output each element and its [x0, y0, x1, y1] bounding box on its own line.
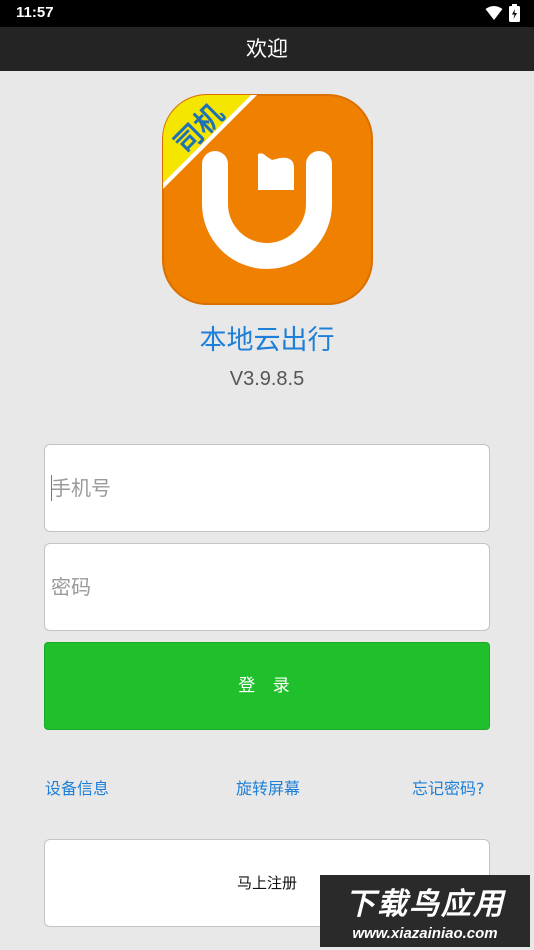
- status-time: 11:57: [16, 4, 54, 21]
- password-input[interactable]: [51, 544, 481, 630]
- phone-input[interactable]: [51, 445, 481, 531]
- app-logo: 司机: [162, 94, 373, 305]
- forgot-password-link[interactable]: 忘记密码?: [412, 775, 485, 799]
- text-cursor: [51, 475, 52, 501]
- login-button[interactable]: 登 录: [44, 642, 490, 730]
- device-info-link[interactable]: 设备信息: [45, 775, 109, 799]
- status-bar: 11:57: [0, 0, 534, 27]
- battery-icon: [509, 4, 520, 22]
- password-field[interactable]: [44, 543, 490, 631]
- status-icons: [485, 4, 520, 22]
- phone-field[interactable]: [44, 444, 490, 532]
- watermark-title: 下载鸟应用: [345, 887, 505, 922]
- app-version: V3.9.8.5: [229, 368, 305, 390]
- wifi-icon: [485, 6, 503, 20]
- app-name: 本地云出行: [199, 325, 335, 356]
- rotate-screen-link[interactable]: 旋转屏幕: [236, 775, 300, 799]
- page-title: 欢迎: [0, 27, 534, 71]
- watermark-url: www.xiazainiao.com: [352, 925, 498, 942]
- watermark: 下载鸟应用 www.xiazainiao.com: [320, 875, 530, 947]
